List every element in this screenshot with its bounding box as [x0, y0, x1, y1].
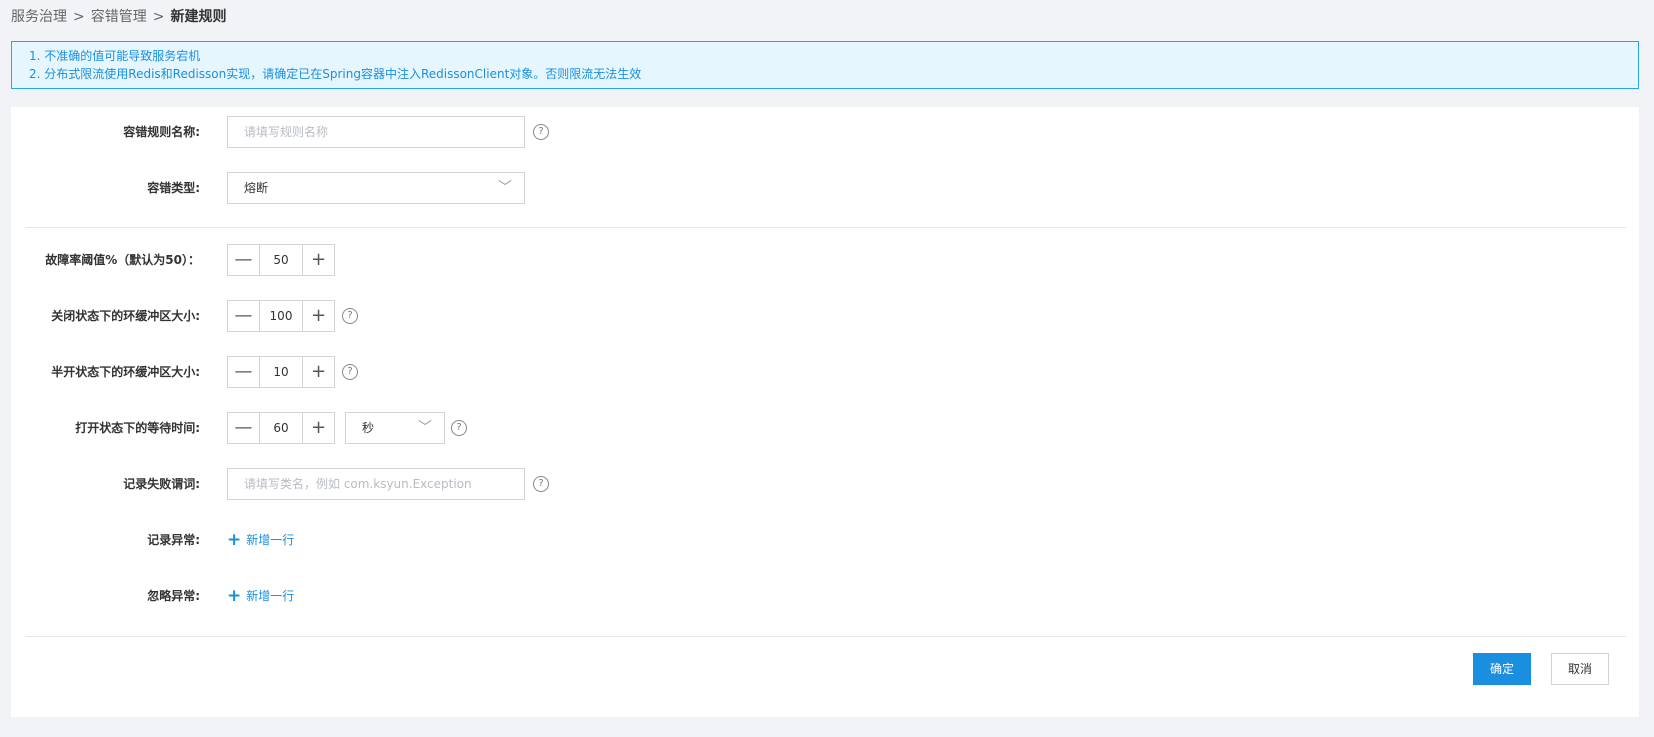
time-unit-select[interactable]: 秒 ﹀ — [345, 412, 445, 444]
fault-type-select[interactable]: 熔断 ﹀ — [227, 172, 525, 204]
failure-predicate-input[interactable]: 请填写类名，例如 com.ksyun.Exception — [227, 468, 525, 500]
chevron-down-icon: ﹀ — [418, 420, 432, 436]
question-circle-icon[interactable]: ? — [533, 124, 549, 140]
fault-type-label: 容错类型: — [147, 181, 200, 195]
breadcrumb-current: 新建规则 — [170, 9, 227, 25]
plus-icon: + — [227, 530, 242, 550]
cancel-button[interactable]: 取消 — [1551, 653, 1609, 685]
half-open-buffer-stepper: — 10 + — [227, 356, 335, 388]
question-circle-icon[interactable]: ? — [533, 476, 549, 492]
open-wait-stepper: — 60 + — [227, 412, 335, 444]
section-divider — [26, 636, 1626, 637]
chevron-down-icon: ﹀ — [498, 180, 512, 196]
form-panel: 容错规则名称: 请填写规则名称 ? 容错类型: 熔断 ﹀ 故障率阈值%（默认为5… — [11, 107, 1639, 717]
failure-rate-value[interactable]: 50 — [260, 245, 302, 275]
breadcrumb-item-fault-management[interactable]: 容错管理 — [91, 9, 147, 25]
add-row-label: 新增一行 — [246, 589, 295, 603]
minus-icon[interactable]: — — [228, 301, 260, 331]
minus-icon[interactable]: — — [228, 357, 260, 387]
failure-predicate-label: 记录失败谓词: — [123, 477, 200, 491]
record-exceptions-label: 记录异常: — [147, 533, 200, 547]
breadcrumb-item-service-governance[interactable]: 服务治理 — [11, 9, 67, 25]
confirm-button[interactable]: 确定 — [1473, 653, 1531, 685]
rule-name-label: 容错规则名称: — [123, 125, 200, 139]
notice-banner: 1. 不准确的值可能导致服务宕机 2. 分布式限流使用Redis和Redisso… — [11, 41, 1639, 89]
plus-icon[interactable]: + — [302, 413, 334, 443]
failure-rate-stepper: — 50 + — [227, 244, 335, 276]
time-unit-value: 秒 — [362, 421, 375, 435]
plus-icon[interactable]: + — [302, 357, 334, 387]
rule-name-input[interactable]: 请填写规则名称 — [227, 116, 525, 148]
closed-buffer-label: 关闭状态下的环缓冲区大小: — [51, 309, 200, 323]
failure-rate-label: 故障率阈值%（默认为50）： — [45, 253, 200, 267]
breadcrumb-separator: > — [152, 9, 165, 25]
notice-line: 2. 分布式限流使用Redis和Redisson实现，请确定已在Spring容器… — [29, 67, 642, 81]
open-wait-value[interactable]: 60 — [260, 413, 302, 443]
open-wait-label: 打开状态下的等待时间: — [75, 421, 200, 435]
closed-buffer-stepper: — 100 + — [227, 300, 335, 332]
fault-type-value: 熔断 — [244, 181, 269, 195]
notice-line: 1. 不准确的值可能导致服务宕机 — [29, 49, 201, 63]
question-circle-icon[interactable]: ? — [342, 364, 358, 380]
plus-icon[interactable]: + — [302, 245, 334, 275]
add-ignore-exception-link[interactable]: + 新增一行 — [227, 580, 294, 612]
question-circle-icon[interactable]: ? — [451, 420, 467, 436]
minus-icon[interactable]: — — [228, 413, 260, 443]
half-open-buffer-label: 半开状态下的环缓冲区大小: — [51, 365, 200, 379]
add-record-exception-link[interactable]: + 新增一行 — [227, 524, 294, 556]
question-circle-icon[interactable]: ? — [342, 308, 358, 324]
breadcrumb: 服务治理 > 容错管理 > 新建规则 — [11, 6, 226, 26]
closed-buffer-value[interactable]: 100 — [260, 301, 302, 331]
minus-icon[interactable]: — — [228, 245, 260, 275]
half-open-buffer-value[interactable]: 10 — [260, 357, 302, 387]
plus-icon: + — [227, 586, 242, 606]
ignore-exceptions-label: 忽略异常: — [147, 589, 200, 603]
section-divider — [26, 227, 1626, 228]
breadcrumb-separator: > — [73, 9, 85, 25]
add-row-label: 新增一行 — [246, 533, 295, 547]
plus-icon[interactable]: + — [302, 301, 334, 331]
